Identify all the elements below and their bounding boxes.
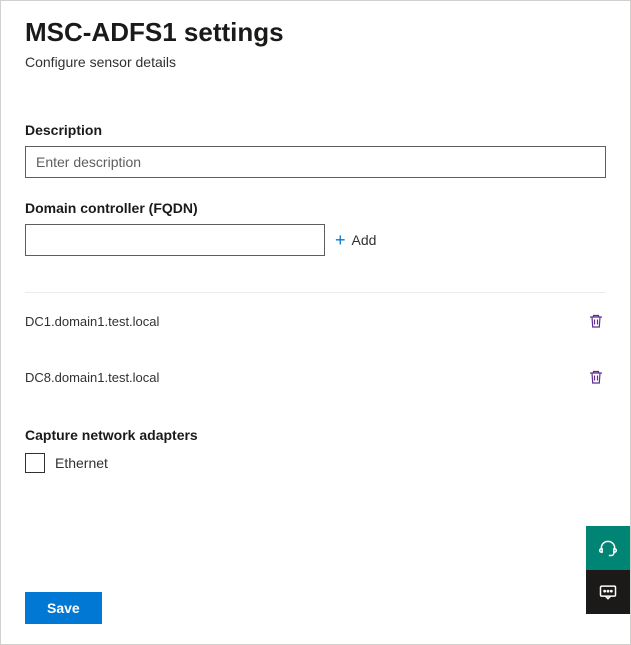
fqdn-input[interactable] — [25, 224, 325, 256]
support-button[interactable] — [586, 526, 630, 570]
adapter-row: Ethernet — [25, 453, 606, 473]
plus-icon: + — [335, 231, 346, 249]
save-button[interactable]: Save — [25, 592, 102, 624]
adapter-checkbox[interactable] — [25, 453, 45, 473]
domain-controller-row: DC1.domain1.test.local — [25, 293, 606, 349]
settings-panel: MSC-ADFS1 settings Configure sensor deta… — [0, 0, 631, 645]
floating-buttons — [586, 526, 630, 614]
domain-controller-row: DC8.domain1.test.local — [25, 349, 606, 405]
delete-button[interactable] — [586, 367, 606, 387]
description-field-group: Description — [25, 122, 606, 178]
add-button-label: Add — [352, 232, 377, 248]
domain-controller-name: DC1.domain1.test.local — [25, 314, 159, 329]
feedback-button[interactable] — [586, 570, 630, 614]
page-subtitle: Configure sensor details — [25, 54, 606, 70]
description-input[interactable] — [25, 146, 606, 178]
fqdn-field-group: Domain controller (FQDN) + Add — [25, 200, 606, 256]
chat-icon — [598, 582, 618, 602]
adapters-label: Capture network adapters — [25, 427, 606, 443]
description-label: Description — [25, 122, 606, 138]
fqdn-label: Domain controller (FQDN) — [25, 200, 606, 216]
add-button[interactable]: + Add — [335, 231, 376, 249]
domain-controller-name: DC8.domain1.test.local — [25, 370, 159, 385]
headset-icon — [598, 538, 618, 558]
trash-icon — [588, 313, 604, 329]
network-adapters-section: Capture network adapters Ethernet — [25, 427, 606, 473]
adapter-name: Ethernet — [55, 455, 108, 471]
page-title: MSC-ADFS1 settings — [25, 17, 606, 48]
trash-icon — [588, 369, 604, 385]
delete-button[interactable] — [586, 311, 606, 331]
